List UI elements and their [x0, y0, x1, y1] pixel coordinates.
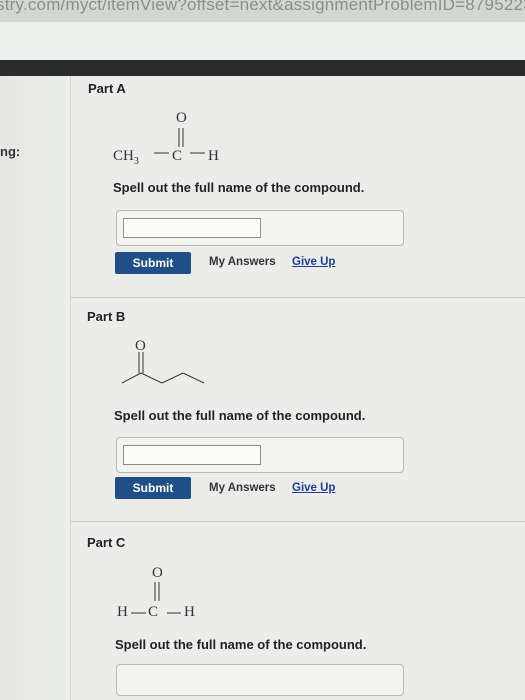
part-c-question: Spell out the full name of the compound.: [115, 637, 367, 652]
browser-gap: [0, 22, 525, 60]
part-c-carbon: C: [148, 604, 159, 620]
part-a-title: Part A: [88, 81, 126, 96]
address-url: stry.com/myct/itemView?offset=next&assig…: [0, 0, 525, 14]
part-b-submit-button[interactable]: Submit: [115, 477, 191, 499]
part-b-question: Spell out the full name of the compound.: [114, 408, 366, 423]
top-nav-bar: [0, 60, 525, 76]
part-b-answer-input[interactable]: [123, 445, 261, 465]
part-b-give-up-link[interactable]: Give Up: [292, 482, 335, 494]
left-sidebar: [0, 76, 70, 700]
sidebar-label: ng:: [0, 144, 21, 159]
part-b-skeletal-bonds: [121, 352, 205, 384]
sidebar-divider: [70, 76, 71, 700]
part-a-subscript: 3: [133, 156, 139, 167]
part-b-answer-box: [116, 437, 404, 473]
browser-address-bar[interactable]: stry.com/myct/itemView?offset=next&assig…: [0, 0, 525, 22]
part-a-answer-box: [116, 210, 404, 246]
part-a-ch-text: CH: [113, 148, 134, 164]
part-c-hydrogen-left: H: [117, 604, 128, 620]
part-a-carbon: C: [172, 148, 183, 164]
part-a-ch3: CH3: [113, 148, 139, 167]
page-background: [0, 76, 525, 700]
part-c-bonds: [131, 582, 181, 614]
part-divider-1: [71, 297, 525, 298]
part-a-answer-input[interactable]: [123, 218, 261, 238]
part-divider-2: [71, 521, 525, 522]
part-c-hydrogen-right: H: [184, 604, 195, 620]
part-a-question: Spell out the full name of the compound.: [113, 180, 365, 195]
part-a-my-answers[interactable]: My Answers: [209, 256, 276, 268]
part-a-give-up-link[interactable]: Give Up: [292, 256, 335, 268]
part-b-title: Part B: [87, 309, 126, 324]
part-c-answer-box[interactable]: [116, 664, 404, 696]
part-a-hydrogen: H: [208, 148, 219, 164]
part-c-title: Part C: [87, 535, 126, 550]
part-a-submit-button[interactable]: Submit: [115, 252, 191, 274]
part-b-my-answers[interactable]: My Answers: [209, 482, 276, 494]
